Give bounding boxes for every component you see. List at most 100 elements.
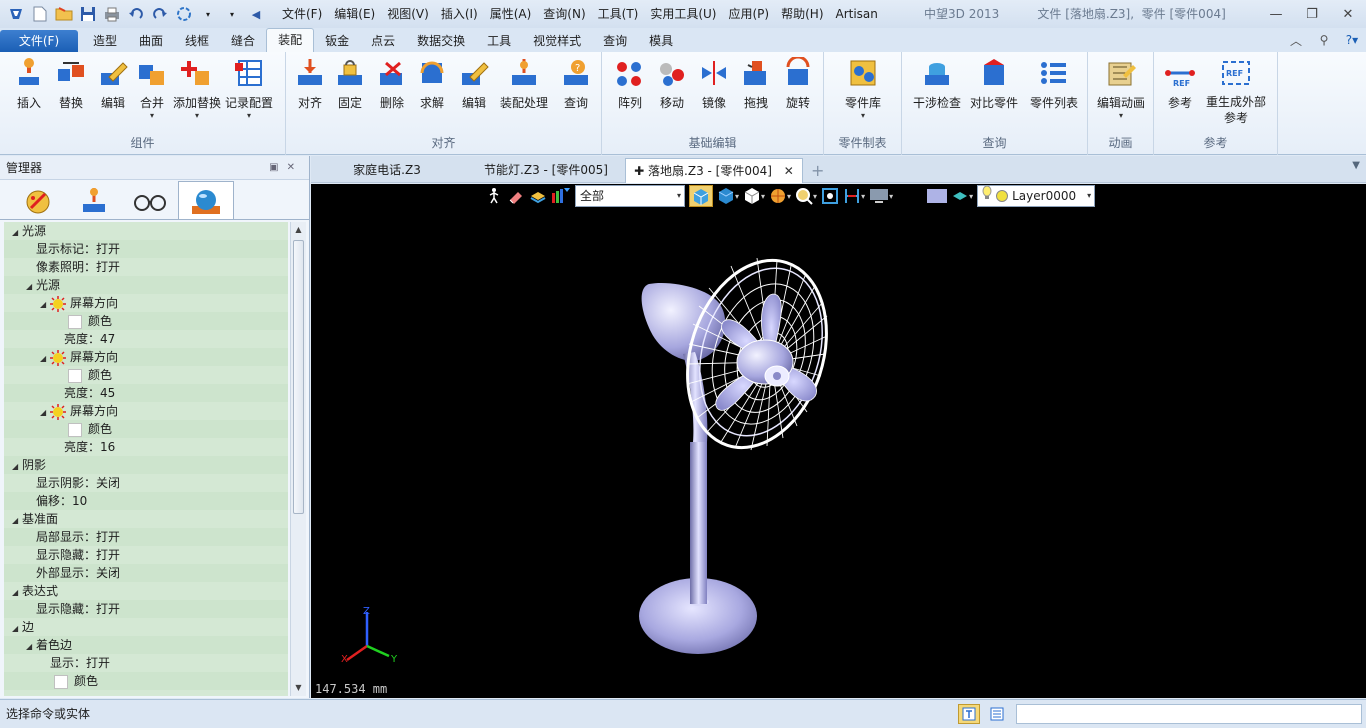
- reference-button[interactable]: REF 参考: [1162, 56, 1198, 111]
- tree-row[interactable]: 像素照明：打开: [4, 258, 288, 276]
- undo-icon[interactable]: [127, 5, 145, 23]
- color-swatch[interactable]: [68, 314, 82, 329]
- merge-button[interactable]: 合并 ▾: [134, 56, 170, 121]
- tree-row[interactable]: 亮度：45: [4, 384, 288, 402]
- history-tab[interactable]: [10, 183, 66, 219]
- search-icon[interactable]: ⚲: [1310, 33, 1338, 47]
- tree-row[interactable]: 偏移：10: [4, 492, 288, 510]
- command-input[interactable]: [1016, 704, 1362, 724]
- menu-apps[interactable]: 应用(P): [723, 0, 776, 28]
- menu-view[interactable]: 视图(V): [381, 0, 435, 28]
- tree-row[interactable]: ◢ 基准面: [4, 510, 288, 528]
- doc-tab-pin-icon[interactable]: ✚: [634, 164, 644, 178]
- qa-customize-icon[interactable]: ▾: [223, 5, 241, 23]
- edit-constraint-button[interactable]: 编辑: [456, 56, 492, 111]
- assembly-tab[interactable]: [66, 183, 122, 219]
- solve-button[interactable]: 求解: [414, 56, 450, 111]
- menu-attribute[interactable]: 属性(A): [484, 0, 538, 28]
- align-button[interactable]: 对齐: [292, 56, 328, 111]
- collapse-ribbon-icon[interactable]: ︿: [1282, 32, 1310, 49]
- color-swatch[interactable]: [68, 368, 82, 383]
- redo-icon[interactable]: [151, 5, 169, 23]
- tree-row[interactable]: ◢ 表达式: [4, 582, 288, 600]
- minimize-icon[interactable]: —: [1258, 0, 1294, 28]
- query-constraint-button[interactable]: ? 查询: [558, 56, 594, 111]
- tree-row[interactable]: ◢ 边: [4, 618, 288, 636]
- tree-row[interactable]: 亮度：47: [4, 330, 288, 348]
- tab-stitch[interactable]: 缝合: [220, 30, 266, 52]
- menu-edit[interactable]: 编辑(E): [328, 0, 381, 28]
- tree-row[interactable]: ◢ 阴影: [4, 456, 288, 474]
- list-view-icon[interactable]: [986, 704, 1008, 724]
- tree-row[interactable]: 颜色: [4, 672, 288, 690]
- print-icon[interactable]: [103, 5, 121, 23]
- tree-row[interactable]: ◢ 屏幕方向: [4, 294, 288, 312]
- 3d-viewport[interactable]: 全部 ▾ ▾ ▾ ▾ ▾ ▾ ▾ ▾ Layer0000 ▾ X Y Z 147…: [311, 184, 1366, 698]
- tab-modeling[interactable]: 造型: [82, 30, 128, 52]
- insert-component-button[interactable]: 插入: [10, 56, 48, 111]
- assembly-process-button[interactable]: 装配处理: [498, 56, 550, 111]
- new-file-icon[interactable]: [31, 5, 49, 23]
- tab-pointcloud[interactable]: 点云: [360, 30, 406, 52]
- tree-row[interactable]: ◢ 光源: [4, 222, 288, 240]
- menu-help[interactable]: 帮助(H): [775, 0, 829, 28]
- tree-row[interactable]: 显示标记：打开: [4, 240, 288, 258]
- input-mode-icon[interactable]: [958, 704, 980, 724]
- add-replace-button[interactable]: 添加替换 ▾: [172, 56, 222, 121]
- maximize-icon[interactable]: ❐: [1294, 0, 1330, 28]
- tree-row[interactable]: ◢ 光源: [4, 276, 288, 294]
- tree-row[interactable]: 颜色: [4, 366, 288, 384]
- tree-row[interactable]: 颜色: [4, 312, 288, 330]
- tab-list-icon[interactable]: ▼: [1352, 160, 1360, 171]
- tree-row[interactable]: 颜色: [4, 420, 288, 438]
- tree-scrollbar[interactable]: ▲ ▼: [290, 222, 306, 696]
- drag-button[interactable]: 拖拽: [738, 56, 774, 111]
- tab-surface[interactable]: 曲面: [128, 30, 174, 52]
- doc-tab-phone[interactable]: 家庭电话.Z3: [317, 158, 457, 183]
- compare-parts-button[interactable]: 对比零件: [968, 56, 1020, 111]
- menu-tools[interactable]: 工具(T): [592, 0, 645, 28]
- rotate-view-icon[interactable]: [175, 5, 193, 23]
- doc-tab-close-icon[interactable]: ✕: [784, 164, 794, 178]
- tab-sheetmetal[interactable]: 钣金: [314, 30, 360, 52]
- color-swatch[interactable]: [68, 422, 82, 437]
- mirror-button[interactable]: 镜像: [696, 56, 732, 111]
- doc-tab-lamp[interactable]: 节能灯.Z3 - [零件005]: [461, 158, 631, 183]
- delete-button[interactable]: 删除: [374, 56, 410, 111]
- regenerate-external-ref-button[interactable]: REF 重生成外部参考: [1204, 56, 1268, 126]
- doc-tab-fan[interactable]: ✚ 落地扇.Z3 - [零件004] ✕: [625, 158, 803, 183]
- tree-row[interactable]: 显示隐藏：打开: [4, 546, 288, 564]
- qa-dropdown-icon[interactable]: ▾: [199, 5, 217, 23]
- edit-animation-button[interactable]: 编辑动画 ▾: [1096, 56, 1146, 121]
- scroll-thumb[interactable]: [293, 240, 304, 514]
- tree-row[interactable]: ◢ 着色边: [4, 636, 288, 654]
- menu-utilities[interactable]: 实用工具(U): [644, 0, 722, 28]
- tab-inquire[interactable]: 查询: [592, 30, 638, 52]
- record-config-button[interactable]: 记录配置 ▾: [224, 56, 274, 121]
- menu-insert[interactable]: 插入(I): [435, 0, 484, 28]
- tree-row[interactable]: 外部显示：关闭: [4, 564, 288, 582]
- fan-model[interactable]: [311, 184, 1366, 698]
- back-arrow-icon[interactable]: ◀: [247, 5, 265, 23]
- open-folder-icon[interactable]: [55, 5, 73, 23]
- tab-assembly[interactable]: 装配: [266, 28, 315, 52]
- tab-tools[interactable]: 工具: [476, 30, 522, 52]
- move-button[interactable]: 移动: [654, 56, 690, 111]
- pin-icon[interactable]: ▣: [269, 162, 286, 173]
- menu-inquire[interactable]: 查询(N): [537, 0, 591, 28]
- tab-file[interactable]: 文件(F): [0, 30, 78, 52]
- part-library-button[interactable]: 零件库 ▾: [842, 56, 884, 121]
- save-icon[interactable]: [79, 5, 97, 23]
- menu-file[interactable]: 文件(F): [276, 0, 328, 28]
- panel-close-icon[interactable]: ✕: [287, 162, 303, 173]
- interference-check-button[interactable]: 干涉检查: [912, 56, 962, 111]
- tree-row[interactable]: ◢ 屏幕方向: [4, 348, 288, 366]
- new-tab-icon[interactable]: +: [811, 158, 824, 183]
- parts-list-button[interactable]: 零件列表: [1028, 56, 1080, 111]
- color-swatch[interactable]: [54, 674, 68, 689]
- close-icon[interactable]: ✕: [1330, 0, 1366, 28]
- view-tab[interactable]: [122, 183, 178, 219]
- tab-wireframe[interactable]: 线框: [174, 30, 220, 52]
- tab-visual-style[interactable]: 视觉样式: [522, 30, 592, 52]
- app-logo-icon[interactable]: [7, 5, 25, 23]
